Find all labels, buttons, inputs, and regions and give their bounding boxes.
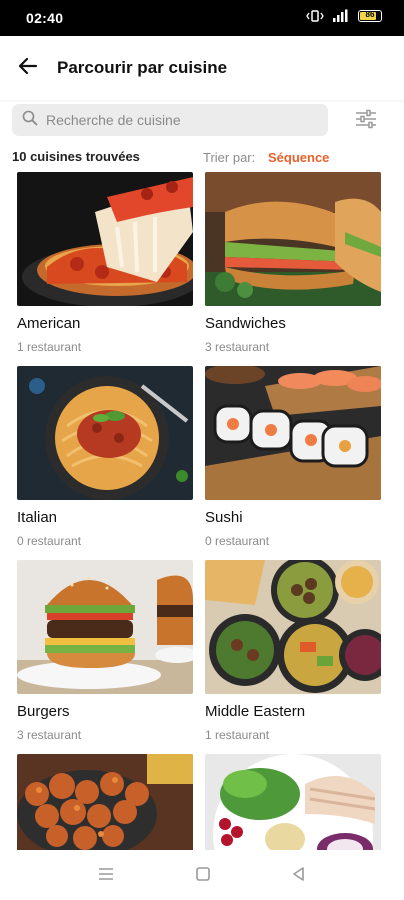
cuisine-count: 1 restaurant xyxy=(17,340,82,354)
app-header: Parcourir par cuisine xyxy=(0,36,404,100)
cuisine-card-italian[interactable]: Italian 0 restaurant xyxy=(17,366,193,548)
sliders-icon xyxy=(354,108,378,135)
cuisine-image-italian xyxy=(17,366,193,500)
cuisine-name: Italian xyxy=(17,509,58,526)
battery-level: 86 xyxy=(365,10,375,19)
system-nav-bar xyxy=(0,850,404,900)
cuisine-name: American xyxy=(17,315,81,332)
battery-icon: 86 xyxy=(358,10,382,22)
cuisine-count: 3 restaurant xyxy=(17,728,82,742)
back-nav-button[interactable] xyxy=(289,866,309,886)
home-button[interactable] xyxy=(193,866,213,886)
sort-label: Trier par: xyxy=(203,150,256,165)
back-triangle-icon xyxy=(291,866,307,887)
cuisine-name: Sandwiches xyxy=(205,315,286,332)
cuisine-image-sandwiches xyxy=(205,172,381,306)
home-square-icon xyxy=(195,866,211,887)
status-time: 02:40 xyxy=(26,10,64,26)
arrow-left-icon xyxy=(17,55,39,82)
search-input[interactable] xyxy=(46,112,306,128)
cuisine-image-sushi xyxy=(205,366,381,500)
cuisine-card-sushi[interactable]: Sushi 0 restaurant xyxy=(205,366,381,548)
page-title: Parcourir par cuisine xyxy=(57,58,228,77)
cuisine-name: Sushi xyxy=(205,509,243,526)
cuisine-name: Middle Eastern xyxy=(205,703,306,720)
result-count: 10 cuisines trouvées xyxy=(12,149,140,164)
search-icon xyxy=(22,110,38,131)
cuisine-count: 0 restaurant xyxy=(17,534,82,548)
cuisine-card-middle-eastern[interactable]: Middle Eastern 1 restaurant xyxy=(205,560,381,742)
cuisine-card-burgers[interactable]: Burgers 3 restaurant xyxy=(17,560,193,742)
cuisine-count: 0 restaurant xyxy=(205,534,270,548)
cuisine-image-7 xyxy=(17,754,193,850)
cuisine-image-american xyxy=(17,172,193,306)
filter-button[interactable] xyxy=(352,107,380,135)
menu-icon xyxy=(98,867,114,886)
cuisine-card-7[interactable] xyxy=(17,754,193,850)
status-bar: 02:40 86 xyxy=(0,0,404,36)
cuisine-image-middle-eastern xyxy=(205,560,381,694)
cuisine-image-burgers xyxy=(17,560,193,694)
cuisine-count: 3 restaurant xyxy=(205,340,270,354)
back-button[interactable] xyxy=(14,54,42,82)
sort-dropdown[interactable]: Séquence xyxy=(268,150,329,165)
cuisine-image-8 xyxy=(205,754,381,850)
search-box[interactable] xyxy=(12,104,328,136)
cuisine-card-american[interactable]: American 1 restaurant xyxy=(17,172,193,354)
cuisine-grid: American 1 restaurant Sandwiches 3 resta… xyxy=(17,172,383,850)
cuisine-card-8[interactable] xyxy=(205,754,381,850)
recent-apps-button[interactable] xyxy=(96,866,116,886)
cuisine-name: Burgers xyxy=(17,703,70,720)
signal-icon xyxy=(332,9,350,23)
cuisine-card-sandwiches[interactable]: Sandwiches 3 restaurant xyxy=(205,172,381,354)
vibrate-icon xyxy=(306,9,324,23)
cuisine-count: 1 restaurant xyxy=(205,728,270,742)
status-icons: 86 xyxy=(306,9,382,23)
